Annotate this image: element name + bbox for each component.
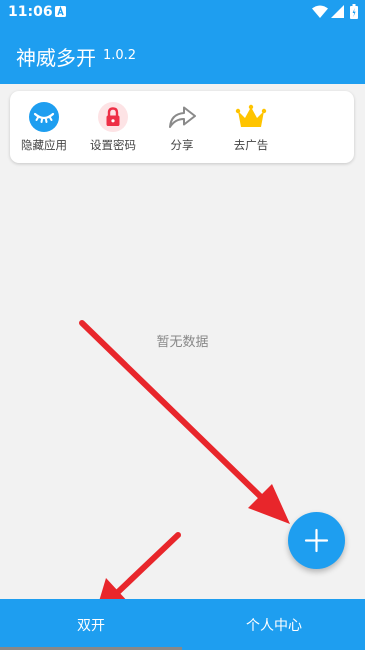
tab-dual-open[interactable]: 双开 <box>0 599 182 650</box>
bottom-nav: 双开 个人中心 <box>0 599 365 650</box>
plus-icon <box>304 528 329 553</box>
tab-profile[interactable]: 个人中心 <box>183 599 365 650</box>
tab-dual-open-label: 双开 <box>77 618 105 634</box>
tab-profile-label: 个人中心 <box>246 618 302 634</box>
add-app-button[interactable] <box>288 512 345 569</box>
